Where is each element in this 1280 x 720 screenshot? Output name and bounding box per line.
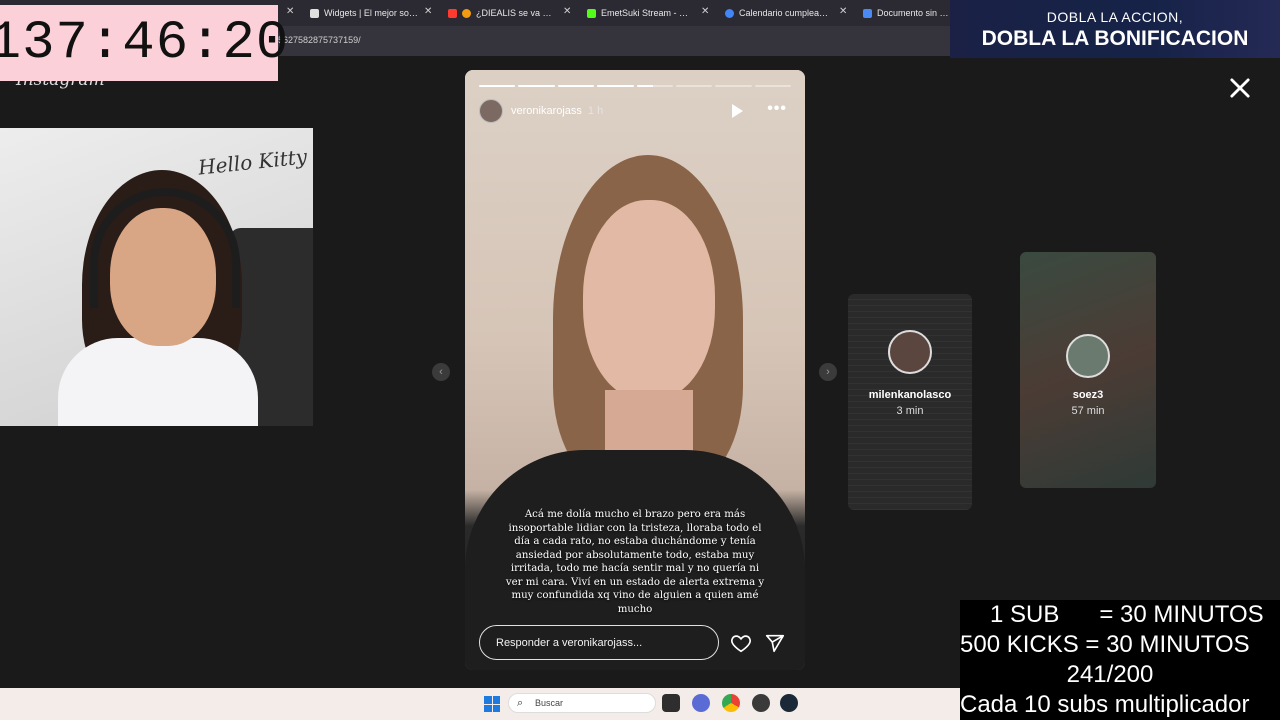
tab-favicon-icon [863, 8, 872, 18]
tab-favicon-icon [587, 8, 596, 18]
taskbar-search[interactable]: ⌕ Buscar [508, 693, 656, 713]
story-header: veronikarojass 1 h ••• [479, 98, 791, 124]
browser-tab[interactable]: EmetSuki Stream - Watch [587, 3, 695, 23]
tab-label: EmetSuki Stream - Watch [601, 8, 695, 18]
more-horizontal-icon[interactable]: ••• [767, 100, 787, 118]
story-viewer[interactable]: veronikarojass 1 h ••• Acá me dolía much… [465, 70, 805, 670]
rule-line: 241/200 [1066, 661, 1154, 688]
browser-tab[interactable]: Documento sin títul [863, 3, 951, 23]
rule-line: Cada 10 subs multiplicador [960, 691, 1250, 718]
close-tab-icon[interactable]: ✕ [563, 6, 571, 17]
screen: ✕ Widgets | El mejor softwa ✕ ¿DIEALIS s… [0, 0, 1280, 720]
tab-favicon-icon [725, 8, 734, 18]
steam-icon[interactable] [780, 694, 798, 712]
subathon-rules: 1 SUB = 30 MINUTOS 500 KICKS = 30 MINUTO… [960, 600, 1280, 720]
banner-line: DOBLA LA BONIFICACION [981, 27, 1249, 50]
close-tab-icon[interactable]: ✕ [701, 6, 709, 17]
tab-favicon-icon [310, 8, 319, 18]
tab-audio-icon [462, 8, 471, 18]
windows-start-icon[interactable] [484, 696, 500, 712]
story-progress-bar [479, 85, 791, 87]
next-story-preview[interactable]: soez3 57 min [1020, 252, 1156, 488]
discord-icon[interactable] [692, 694, 710, 712]
story-image-detail [583, 200, 715, 400]
story-time: 1 h [587, 105, 604, 117]
avatar[interactable] [479, 99, 503, 123]
story-progress-segment [675, 85, 713, 87]
story-progress-segment [597, 85, 634, 87]
rule-line: 1 SUB = 30 MINUTOS [990, 601, 1264, 628]
next-story-username: milenkanolasco [868, 389, 952, 401]
story-progress-segment [754, 85, 791, 87]
chevron-left-icon[interactable]: ‹ [432, 363, 450, 381]
bonus-banner: DOBLA LA ACCION, DOBLA LA BONIFICACION [950, 0, 1280, 58]
avatar [888, 330, 932, 374]
next-story-time: 3 min [896, 405, 924, 417]
search-icon: ⌕ [517, 697, 524, 709]
banner-line: DOBLA LA ACCION, [1046, 9, 1184, 25]
heart-icon[interactable] [730, 632, 752, 654]
reply-input[interactable] [479, 625, 719, 660]
story-progress-segment [636, 85, 673, 87]
story-caption: Acá me dolía mucho el brazo pero era más… [505, 509, 765, 615]
next-story-preview[interactable]: milenkanolasco 3 min [848, 294, 972, 510]
url-text[interactable]: 5627582875737159/ [278, 35, 361, 45]
tab-label: Calendario cumpleaños [739, 8, 833, 18]
webcam-feed: Hello Kitty [0, 128, 313, 426]
tab-label: ¿DIEALIS se va a CAN [476, 8, 554, 18]
chevron-right-icon[interactable]: › [819, 363, 837, 381]
play-icon[interactable] [732, 104, 743, 118]
browser-tab[interactable]: Calendario cumpleaños [725, 3, 833, 23]
story-progress-segment [479, 85, 516, 87]
next-story-time: 57 min [1071, 405, 1105, 417]
task-view-icon[interactable] [662, 694, 680, 712]
taskbar [0, 688, 960, 720]
tab-label: Widgets | El mejor softwa [324, 8, 418, 18]
obs-icon[interactable] [752, 694, 770, 712]
chrome-icon[interactable] [722, 694, 740, 712]
close-icon[interactable] [1226, 74, 1254, 102]
subathon-timer: 137:46:20 [0, 5, 288, 81]
next-story-username: soez3 [1072, 389, 1104, 401]
taskbar-search-label: Buscar [535, 698, 564, 708]
browser-tab[interactable]: ¿DIEALIS se va a CAN [448, 3, 554, 23]
send-icon[interactable] [764, 632, 786, 654]
tab-favicon-icon [448, 8, 457, 18]
close-tab-icon[interactable]: ✕ [424, 6, 432, 17]
story-username[interactable]: veronikarojass [511, 105, 582, 117]
browser-tab[interactable]: Widgets | El mejor softwa [310, 3, 418, 23]
rule-line: 500 KICKS = 30 MINUTOS [960, 631, 1250, 658]
avatar [1066, 334, 1110, 378]
story-progress-segment [557, 85, 595, 87]
story-progress-segment [715, 85, 752, 87]
story-progress-segment [518, 85, 555, 87]
tab-label: Documento sin títul [877, 8, 951, 18]
close-tab-icon[interactable]: ✕ [839, 6, 847, 17]
webcam-wall-text: Hello Kitty [197, 144, 309, 180]
webcam-person [58, 338, 258, 426]
